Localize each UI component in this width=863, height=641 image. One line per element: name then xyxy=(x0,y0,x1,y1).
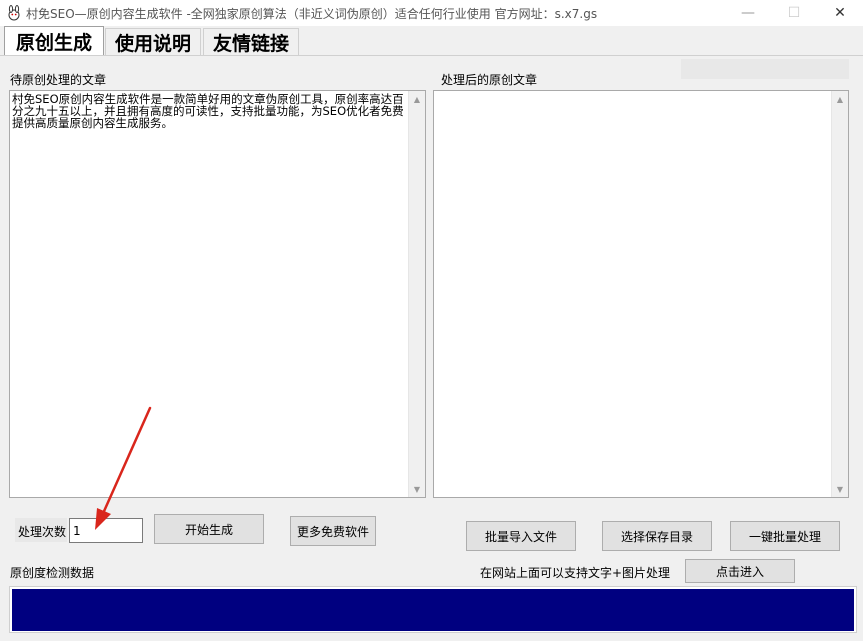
status-box xyxy=(681,59,849,79)
output-textarea[interactable]: ▲ ▼ xyxy=(433,90,849,498)
scroll-up-icon[interactable]: ▲ xyxy=(409,91,425,107)
tab-panel-divider xyxy=(0,55,863,56)
batch-import-button[interactable]: 批量导入文件 xyxy=(466,521,576,551)
window-title: 村免SEO—原创内容生成软件 -全网独家原创算法（非近义词伪原创）适合任何行业使… xyxy=(26,7,598,21)
batch-process-button[interactable]: 一键批量处理 xyxy=(730,521,840,551)
source-label: 待原创处理的文章 xyxy=(10,73,107,87)
tab-generate[interactable]: 原创生成 xyxy=(4,26,104,56)
close-button[interactable]: ✕ xyxy=(817,0,863,26)
maximize-button[interactable]: ☐ xyxy=(771,0,817,26)
app-icon xyxy=(8,5,20,21)
tab-help[interactable]: 使用说明 xyxy=(105,28,201,55)
output-scrollbar[interactable]: ▲ ▼ xyxy=(831,91,848,497)
site-note: 在网站上面可以支持文字+图片处理 xyxy=(480,566,671,580)
count-label: 处理次数 xyxy=(18,525,67,539)
source-textarea[interactable]: 村免SEO原创内容生成软件是一款简单好用的文章伪原创工具，原创率高达百分之九十五… xyxy=(9,90,426,498)
choose-dir-button[interactable]: 选择保存目录 xyxy=(602,521,712,551)
detect-label: 原创度检测数据 xyxy=(10,566,95,580)
source-text: 村免SEO原创内容生成软件是一款简单好用的文章伪原创工具，原创率高达百分之九十五… xyxy=(12,92,404,130)
more-software-button[interactable]: 更多免费软件 xyxy=(290,516,376,546)
source-scrollbar[interactable]: ▲ ▼ xyxy=(408,91,425,497)
scroll-down-icon[interactable]: ▼ xyxy=(409,481,425,497)
tab-links[interactable]: 友情链接 xyxy=(203,28,299,55)
output-label: 处理后的原创文章 xyxy=(441,73,538,87)
progress-fill xyxy=(12,589,854,631)
minimize-button[interactable]: — xyxy=(725,0,771,26)
scroll-down-icon[interactable]: ▼ xyxy=(832,481,848,497)
annotation-arrow xyxy=(95,406,152,530)
minimize-icon: — xyxy=(741,5,755,21)
scroll-up-icon[interactable]: ▲ xyxy=(832,91,848,107)
maximize-icon: ☐ xyxy=(787,5,801,21)
start-button[interactable]: 开始生成 xyxy=(154,514,264,544)
enter-site-button[interactable]: 点击进入 xyxy=(685,559,795,583)
close-icon: ✕ xyxy=(834,5,846,21)
